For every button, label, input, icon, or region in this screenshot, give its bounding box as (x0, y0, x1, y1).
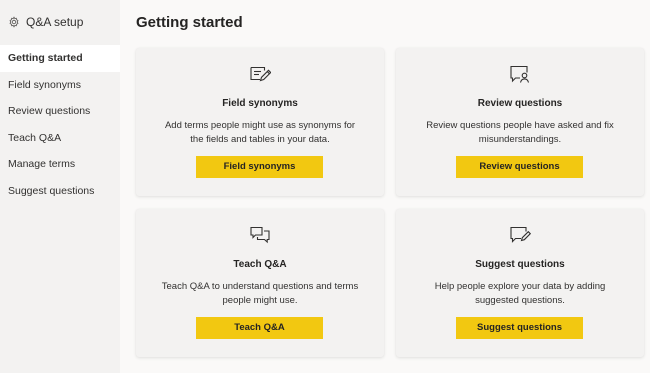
teach-qa-card: Teach Q&A Teach Q&A to understand questi… (136, 209, 384, 357)
card-title: Field synonyms (222, 98, 298, 109)
sidebar-item-manage-terms[interactable]: Manage terms (0, 151, 120, 178)
main-content: Getting started Field synonyms Add terms… (120, 0, 650, 373)
review-questions-card: Review questions Review questions people… (396, 48, 644, 196)
sidebar-item-teach-qa[interactable]: Teach Q&A (0, 125, 120, 152)
page-title: Getting started (136, 14, 243, 31)
card-description: Teach Q&A to understand questions and te… (161, 281, 359, 306)
card-title: Review questions (477, 98, 563, 109)
review-user-icon (509, 64, 531, 84)
comment-edit-icon (509, 225, 532, 245)
card-description: Review questions people have asked and f… (426, 120, 614, 145)
sidebar-item-review-questions[interactable]: Review questions (0, 98, 120, 125)
sidebar-item-getting-started[interactable]: Getting started (0, 45, 120, 72)
gear-icon (8, 16, 20, 28)
sidebar-header: Q&A setup (8, 13, 83, 31)
edit-document-icon (249, 64, 272, 84)
suggest-questions-card: Suggest questions Help people explore yo… (396, 209, 644, 357)
teach-qa-button[interactable]: Teach Q&A (196, 317, 323, 339)
card-description: Add terms people might use as synonyms f… (164, 120, 356, 145)
card-title: Suggest questions (475, 259, 565, 270)
sidebar-item-field-synonyms[interactable]: Field synonyms (0, 72, 120, 99)
card-description: Help people explore your data by adding … (434, 281, 606, 306)
field-synonyms-card: Field synonyms Add terms people might us… (136, 48, 384, 196)
field-synonyms-button[interactable]: Field synonyms (196, 156, 323, 178)
sidebar-nav: Getting started Field synonyms Review qu… (0, 45, 120, 204)
chat-bubbles-icon (249, 225, 271, 245)
card-title: Teach Q&A (233, 259, 287, 270)
sidebar: Q&A setup Getting started Field synonyms… (0, 0, 120, 373)
sidebar-title: Q&A setup (26, 15, 84, 29)
suggest-questions-button[interactable]: Suggest questions (456, 317, 583, 339)
review-questions-button[interactable]: Review questions (456, 156, 583, 178)
sidebar-item-suggest-questions[interactable]: Suggest questions (0, 178, 120, 205)
